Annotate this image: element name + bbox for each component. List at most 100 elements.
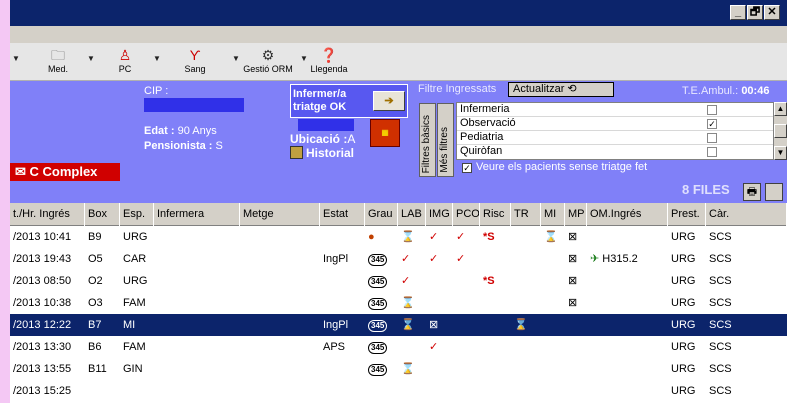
table-row[interactable]: /2013 12:22 B7 MI IngPl 345 ⌛ ⊠ ⌛ URG SCS bbox=[10, 314, 787, 336]
filter-row[interactable]: Observació ✓ bbox=[457, 117, 773, 131]
col-header-mp[interactable]: MP bbox=[565, 203, 587, 226]
cell-tr bbox=[511, 226, 541, 248]
cell-esp: MI bbox=[120, 314, 154, 336]
cell-mi bbox=[541, 380, 565, 402]
cell-pco bbox=[453, 292, 480, 314]
table-row[interactable]: /2013 13:30 B6 FAM APS 345 ✓ URG SCS bbox=[10, 336, 787, 358]
filter-row[interactable]: Quiròfan bbox=[457, 145, 773, 159]
minimize-button[interactable]: _ bbox=[730, 5, 746, 20]
tab-mes-filtres[interactable]: Més filtres bbox=[437, 103, 454, 177]
cell-estat bbox=[320, 270, 365, 292]
col-header-tr[interactable]: TR bbox=[511, 203, 541, 226]
chevron-down-icon[interactable]: ▼ bbox=[300, 54, 308, 63]
edat-row: Edat : 90 Anys bbox=[144, 125, 217, 137]
filter-checkbox[interactable] bbox=[707, 147, 717, 157]
calendar-icon[interactable]: ▦ bbox=[370, 119, 400, 147]
cell-lab: ⌛ bbox=[398, 314, 426, 336]
col-header-esp[interactable]: Esp. bbox=[120, 203, 154, 226]
filter-checkbox[interactable] bbox=[707, 133, 717, 143]
cell-car-value: SCS bbox=[709, 297, 732, 309]
cell-box-value: B9 bbox=[88, 231, 102, 243]
cell-esp bbox=[120, 380, 154, 402]
col-header-risc[interactable]: Risc bbox=[480, 203, 511, 226]
cell-esp-value: GIN bbox=[123, 363, 143, 375]
cell-img bbox=[426, 292, 453, 314]
triatge-ok-button[interactable]: Infermer/a triatge OK ➔ bbox=[290, 84, 408, 118]
col-header-metge[interactable]: Metge bbox=[240, 203, 320, 226]
window-icon[interactable] bbox=[765, 183, 783, 201]
cell-img: ✓ bbox=[426, 336, 453, 358]
pensionista-value: S bbox=[215, 140, 223, 152]
cell-mi bbox=[541, 336, 565, 358]
cell-esp: GIN bbox=[120, 358, 154, 380]
drug-icon: ✈ bbox=[590, 253, 603, 265]
cell-om bbox=[587, 380, 668, 402]
cell-esp: URG bbox=[120, 226, 154, 248]
filter-checkbox[interactable] bbox=[707, 105, 717, 115]
print-icon[interactable]: 🖶 bbox=[743, 183, 761, 201]
table-row[interactable]: /2013 08:50 O2 URG 345 ✓ *S ⊠ URG SCS bbox=[10, 270, 787, 292]
table-row[interactable]: /2013 15:25 URG SCS bbox=[10, 380, 787, 402]
filter-scrollbar[interactable]: ▲ ▼ bbox=[774, 102, 787, 160]
cell-box: O3 bbox=[85, 292, 120, 314]
cell-date: /2013 10:41 bbox=[10, 226, 85, 248]
historial-button[interactable]: Historial bbox=[290, 146, 354, 160]
toolbar-med-button[interactable]: 🗀 Med. bbox=[40, 46, 76, 74]
col-header-img[interactable]: IMG bbox=[426, 203, 453, 226]
toolbar-sang-button[interactable]: ϒ Sang bbox=[170, 46, 220, 74]
cell-prest: URG bbox=[668, 358, 706, 380]
toolbar-pc-button[interactable]: ♙ PC bbox=[110, 46, 140, 74]
scroll-up-icon[interactable]: ▲ bbox=[774, 102, 787, 116]
close-button[interactable]: ✕ bbox=[764, 5, 780, 20]
col-header-infermera[interactable]: Infermera bbox=[154, 203, 240, 226]
cell-mp: ⊠ bbox=[565, 270, 587, 292]
tab-filtres-basics[interactable]: Filtres bàsics bbox=[419, 103, 436, 177]
scroll-down-icon[interactable]: ▼ bbox=[774, 146, 787, 160]
cell-mp-value: ⊠ bbox=[568, 275, 578, 287]
cell-grau-value: ● bbox=[368, 231, 375, 243]
table-row[interactable]: /2013 19:43 O5 CAR IngPl 345 ✓ ✓ ✓ ⊠ ✈ H315.2 URG S… bbox=[10, 248, 787, 270]
cell-car-value: SCS bbox=[709, 275, 732, 287]
chevron-down-icon[interactable]: ▼ bbox=[153, 54, 161, 63]
table-row[interactable]: /2013 10:41 B9 URG ● ⌛ ✓ ✓ *S ⌛ ⊠ URG SCS bbox=[10, 226, 787, 248]
table-row[interactable]: /2013 10:38 O3 FAM 345 ⌛ ⊠ URG SCS bbox=[10, 292, 787, 314]
cell-img: ⊠ bbox=[426, 314, 453, 336]
cell-date-value: /2013 08:50 bbox=[13, 275, 72, 287]
arrow-right-icon[interactable]: ➔ bbox=[373, 91, 405, 111]
col-header-mi[interactable]: MI bbox=[541, 203, 565, 226]
cell-img-value: ✓ bbox=[429, 231, 439, 243]
filter-row[interactable]: Pediatria bbox=[457, 131, 773, 145]
cell-om bbox=[587, 270, 668, 292]
col-header-estat[interactable]: Estat bbox=[320, 203, 365, 226]
cell-car: SCS bbox=[706, 270, 787, 292]
filter-checkbox[interactable]: ✓ bbox=[707, 119, 717, 129]
chevron-down-icon[interactable]: ▼ bbox=[12, 54, 20, 63]
chevron-down-icon[interactable]: ▼ bbox=[87, 54, 95, 63]
toolbar-llegenda-button[interactable]: ❓ Llegenda bbox=[308, 46, 350, 74]
cell-grau bbox=[365, 380, 398, 402]
col-header-lab[interactable]: LAB bbox=[398, 203, 426, 226]
scroll-thumb[interactable] bbox=[774, 124, 787, 138]
toolbar-orm-button[interactable]: ⚙ Gestió ORM bbox=[238, 46, 298, 74]
cell-tr bbox=[511, 292, 541, 314]
cell-mi bbox=[541, 292, 565, 314]
table-row[interactable]: /2013 13:55 B11 GIN 345 ⌛ URG SCS bbox=[10, 358, 787, 380]
restore-button[interactable]: 🗗 bbox=[747, 5, 763, 20]
cell-metge bbox=[240, 270, 320, 292]
cell-mp-value: ⊠ bbox=[568, 253, 578, 265]
col-header-prest[interactable]: Prest. bbox=[668, 203, 706, 226]
veure-checkbox[interactable]: ✓ bbox=[462, 163, 472, 173]
col-header-om[interactable]: OM.Ingrés bbox=[587, 203, 668, 226]
cell-estat bbox=[320, 380, 365, 402]
actualitzar-button[interactable]: Actualitzar ⟲ bbox=[508, 82, 614, 97]
col-header-box[interactable]: Box bbox=[85, 203, 120, 226]
col-header-grau[interactable]: Grau bbox=[365, 203, 398, 226]
title-bar: _ 🗗 ✕ bbox=[10, 0, 787, 26]
filter-row[interactable]: Infermeria bbox=[457, 103, 773, 117]
col-header-car[interactable]: Càr. bbox=[706, 203, 787, 226]
col-header-date[interactable]: t./Hr. Ingrés bbox=[10, 203, 85, 226]
filtre-ingressats-label: Filtre Ingressats bbox=[418, 83, 497, 95]
veure-sense-triatge[interactable]: ✓ Veure els pacients sense triatge fet bbox=[456, 161, 787, 177]
cell-car: SCS bbox=[706, 292, 787, 314]
col-header-pco[interactable]: PCO bbox=[453, 203, 480, 226]
